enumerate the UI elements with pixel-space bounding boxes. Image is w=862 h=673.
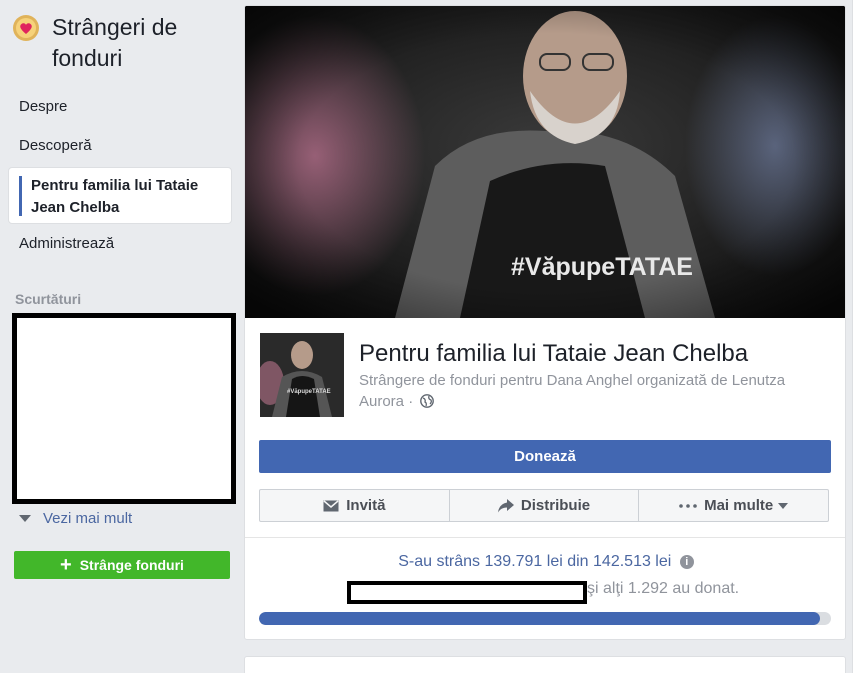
fundraiser-title[interactable]: Pentru familia lui Tataie Jean Chelba xyxy=(359,340,748,368)
donor-names-redacted xyxy=(347,581,587,604)
envelope-icon xyxy=(323,499,339,511)
fundraiser-thumbnail[interactable]: #VăpupeTATAE xyxy=(260,333,344,417)
cover-photo[interactable]: #VăpupeTATAE xyxy=(245,6,845,318)
invite-button[interactable]: Invită xyxy=(260,490,450,521)
amount-raised-text: S-au strâns 139.791 lei din 142.513 lei xyxy=(398,553,672,570)
right-column-edge xyxy=(852,0,862,673)
info-icon[interactable]: i xyxy=(679,555,694,569)
app-header[interactable]: Strângeri de fonduri xyxy=(12,12,212,74)
sidebar: Strângeri de fonduri Despre Descoperă Pe… xyxy=(0,0,240,673)
section-divider xyxy=(245,537,845,538)
amount-raised: S-au strâns 139.791 lei din 142.513 lei … xyxy=(245,553,845,571)
active-indicator xyxy=(19,176,22,216)
fundraiser-heart-icon xyxy=(13,15,39,41)
nav-discover[interactable]: Descoperă xyxy=(19,137,92,154)
chevron-down-icon xyxy=(19,515,31,522)
progress-fill xyxy=(259,612,821,625)
invite-label: Invită xyxy=(346,497,386,514)
share-label: Distribuie xyxy=(520,497,591,514)
fundraiser-card: #VăpupeTATAE #VăpupeTATAE Pentru familia… xyxy=(244,5,846,640)
see-more-label: Vezi mai mult xyxy=(43,510,133,527)
cover-image: #VăpupeTATAE xyxy=(245,6,845,318)
fundraiser-subtitle: Strângere de fonduri pentru Dana Anghel … xyxy=(359,370,799,412)
more-label: Mai multe xyxy=(704,497,774,514)
donate-button[interactable]: Donează xyxy=(259,440,831,473)
plus-icon: + xyxy=(60,554,72,576)
see-more-link[interactable]: Vezi mai mult xyxy=(19,510,132,527)
nav-current-label: Pentru familia lui Tataie Jean Chelba xyxy=(31,177,199,216)
nav-about[interactable]: Despre xyxy=(19,98,67,115)
caret-down-icon xyxy=(778,502,789,509)
donor-count[interactable]: şi alţi 1.292 au donat. xyxy=(587,580,739,598)
thumbnail-hashtag: #VăpupeTATAE xyxy=(287,389,331,395)
more-dots-icon xyxy=(679,503,697,508)
share-button[interactable]: Distribuie xyxy=(450,490,640,521)
app-title: Strângeri de fonduri xyxy=(52,14,178,71)
share-arrow-icon xyxy=(497,498,514,512)
action-bar: Invită Distribuie Mai multe xyxy=(259,489,829,522)
create-fundraiser-button[interactable]: + Strânge fonduri xyxy=(14,551,230,579)
progress-bar xyxy=(259,612,831,625)
cover-hashtag: #VăpupeTATAE xyxy=(511,253,693,281)
nav-manage[interactable]: Administrează xyxy=(19,235,114,252)
thumbnail-image: #VăpupeTATAE xyxy=(260,333,344,417)
shortcuts-redacted-box xyxy=(12,313,236,504)
more-button[interactable]: Mai multe xyxy=(639,490,828,521)
create-fundraiser-label: Strânge fonduri xyxy=(79,557,184,573)
nav-current-fundraiser[interactable]: Pentru familia lui Tataie Jean Chelba xyxy=(8,167,232,224)
shortcuts-heading: Scurtături xyxy=(15,291,82,307)
next-card xyxy=(244,656,846,673)
globe-icon xyxy=(420,394,435,408)
